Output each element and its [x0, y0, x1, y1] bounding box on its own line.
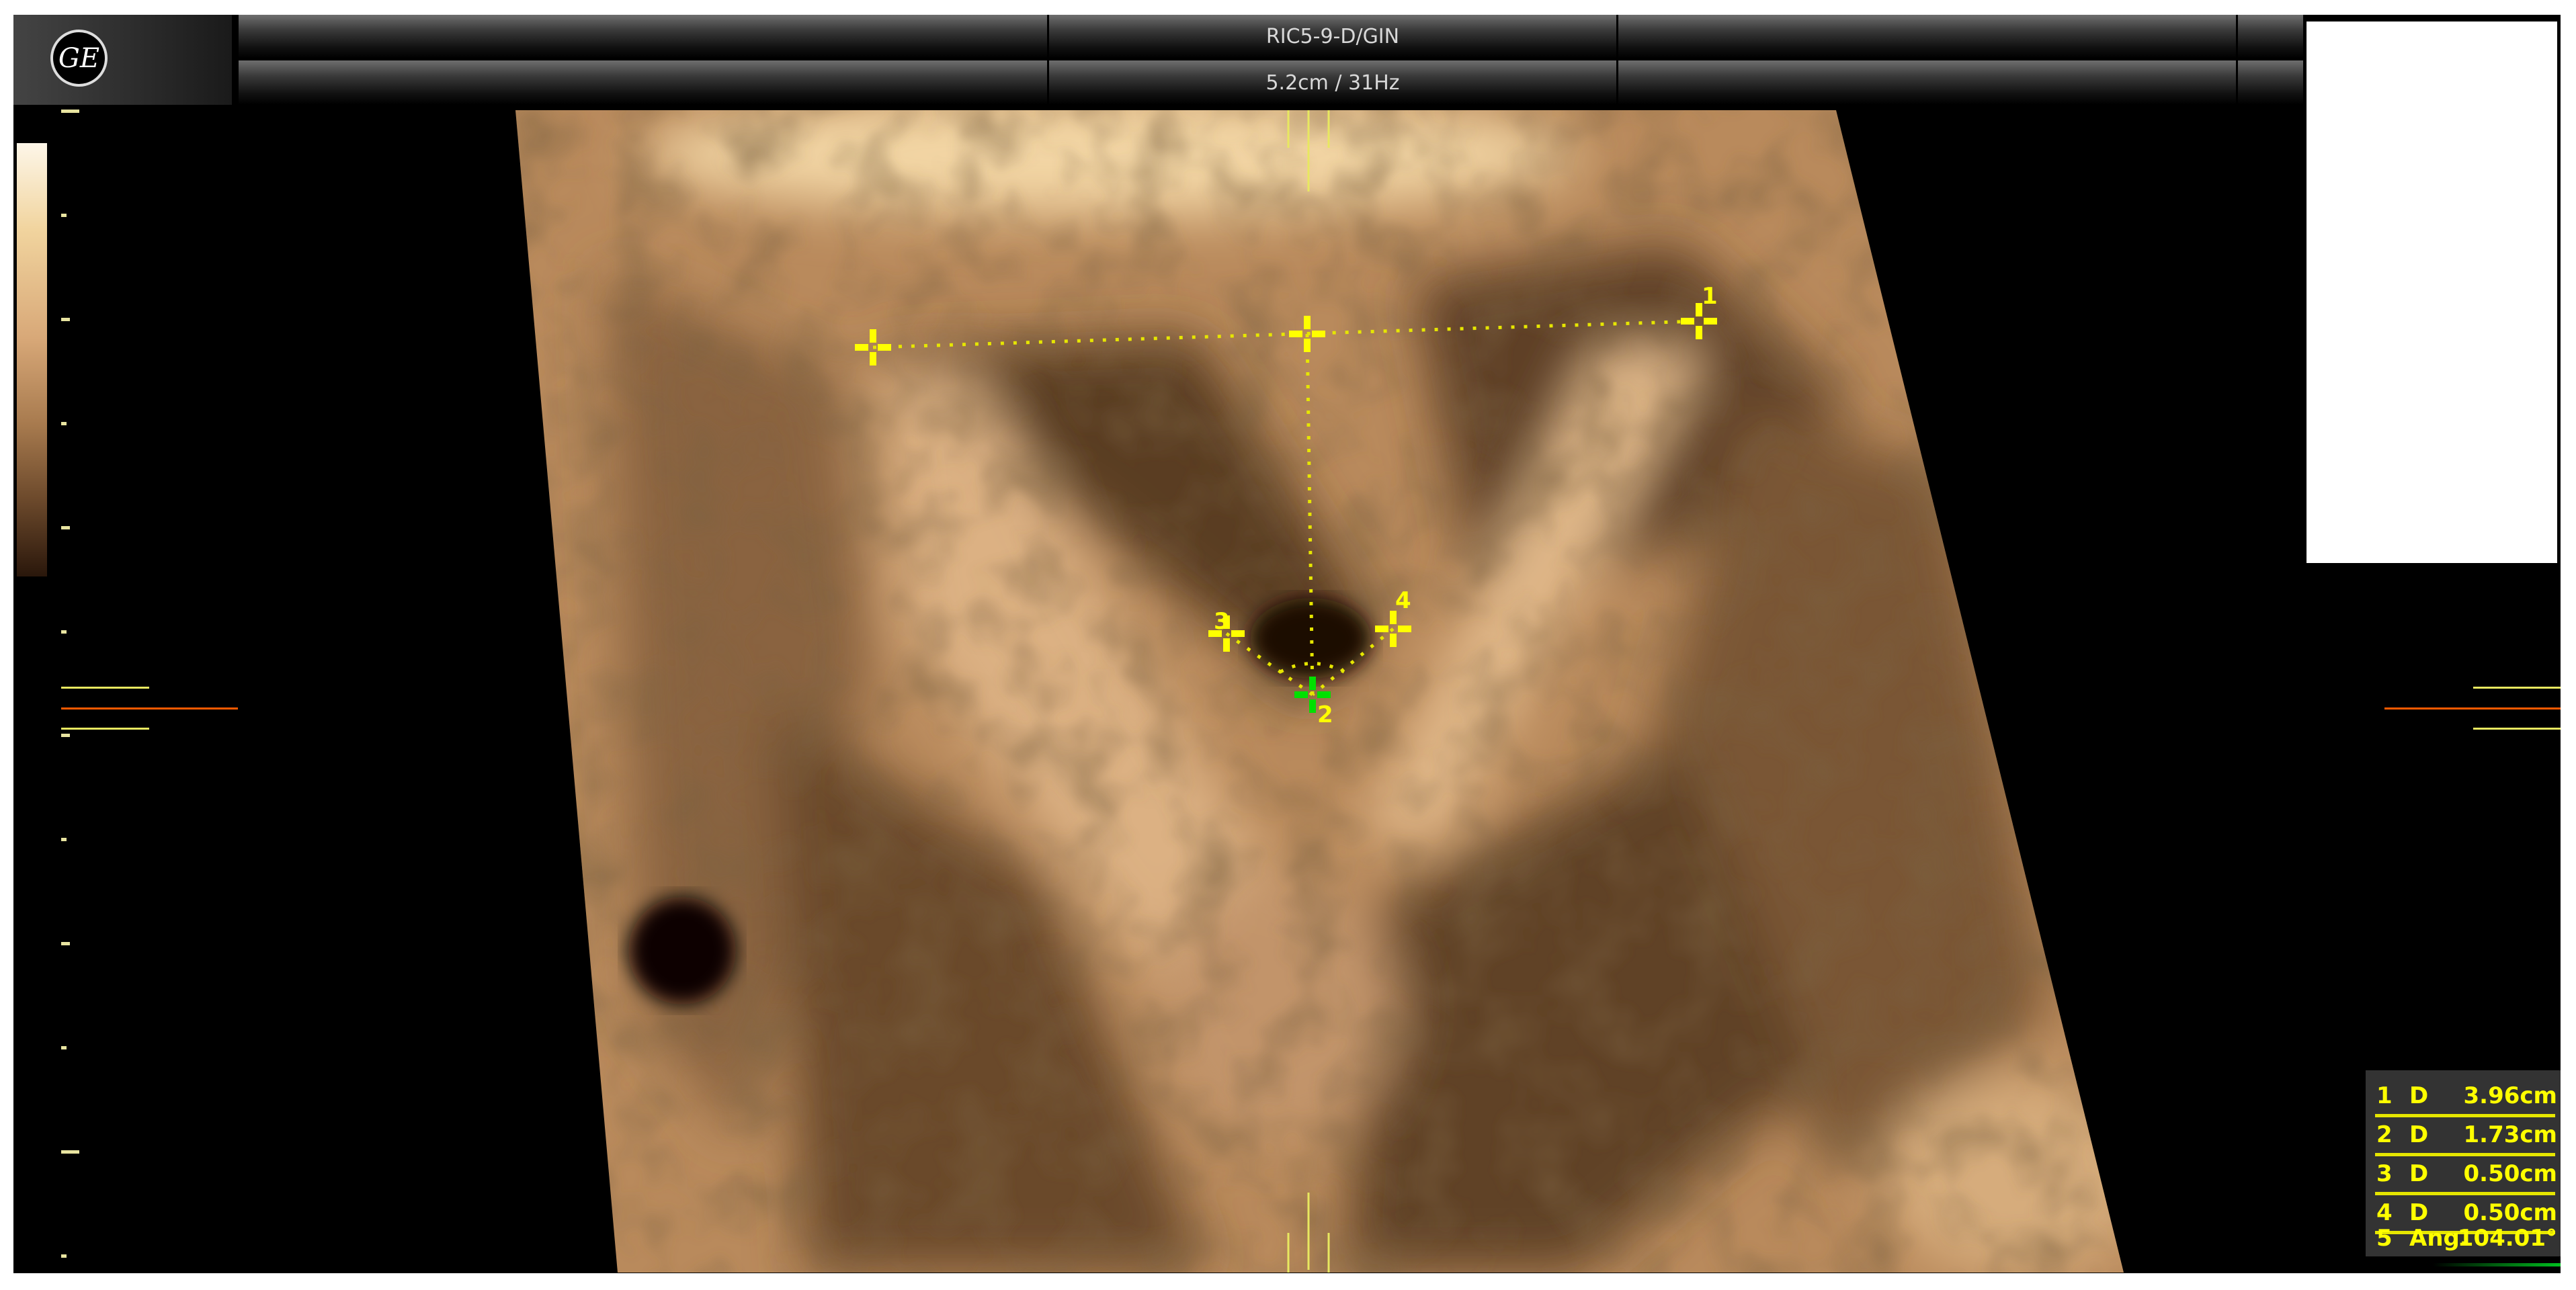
ultrasound-image: 1 2 3 4	[515, 110, 2124, 1273]
caliper-label: 2	[1317, 701, 1333, 728]
measurement-index: 3	[2376, 1160, 2393, 1187]
status-indicator-bar	[2433, 1263, 2561, 1266]
measurement-type: D	[2409, 1082, 2429, 1109]
caliper-label: 1	[1702, 283, 1718, 310]
measurement-index: 5	[2376, 1225, 2393, 1252]
measurement-value: 1.73cm	[2463, 1121, 2557, 1148]
measurement-row[interactable]: 5 Ang. 104.01°	[2372, 1219, 2557, 1254]
measurement-value: 104.01°	[2457, 1225, 2557, 1252]
measurement-type: D	[2409, 1160, 2429, 1187]
measurement-results-panel: 1 D 3.96cm 2 D 1.73cm 3 D 0.50cm 4 D 0.50cm 5 Ang…	[2366, 1070, 2561, 1256]
measurement-type: D	[2409, 1121, 2429, 1148]
measurement-value: 0.50cm	[2463, 1160, 2557, 1187]
measurement-value: 3.96cm	[2463, 1082, 2557, 1109]
measurement-index: 1	[2376, 1082, 2393, 1109]
caliper-label: 3	[1214, 608, 1230, 635]
measurement-row[interactable]: 1 D 3.96cm	[2372, 1077, 2557, 1112]
measurement-row[interactable]: 2 D 1.73cm	[2372, 1116, 2557, 1151]
caliper-label: 4	[1395, 587, 1411, 614]
measurement-row[interactable]: 3 D 0.50cm	[2372, 1155, 2557, 1190]
measurement-index: 2	[2376, 1121, 2393, 1148]
